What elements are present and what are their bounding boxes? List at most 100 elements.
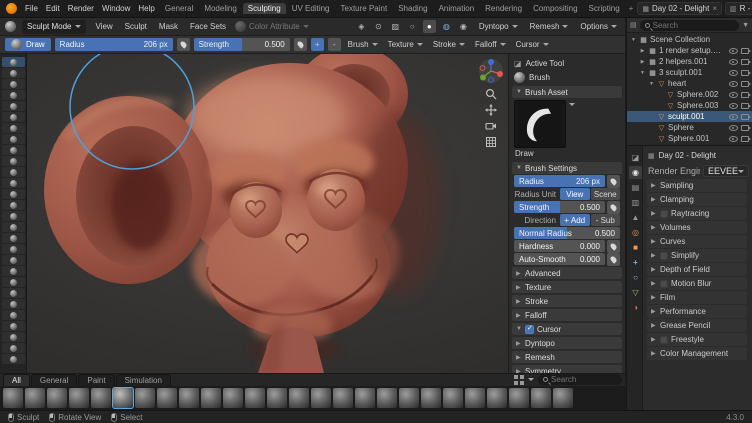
properties-section-sampling[interactable]: Sampling bbox=[647, 179, 747, 192]
editor-type-icon[interactable] bbox=[5, 21, 16, 32]
panel-section-falloff[interactable]: Falloff bbox=[512, 309, 622, 321]
tool-grab[interactable] bbox=[2, 222, 25, 232]
properties-section-grease-pencil[interactable]: Grease Pencil bbox=[647, 319, 747, 332]
brush-asset-panel-header[interactable]: Brush Asset bbox=[512, 86, 622, 98]
strength-slider[interactable]: Strength 0.500 bbox=[194, 38, 290, 51]
properties-section-film[interactable]: Film bbox=[647, 291, 747, 304]
properties-section-simplify[interactable]: Simplify bbox=[647, 249, 747, 262]
brush-asset-mask[interactable] bbox=[399, 388, 419, 408]
chevron-down-icon[interactable] bbox=[528, 378, 534, 381]
shading-rendered-icon[interactable]: ◉ bbox=[457, 20, 470, 33]
expand-icon[interactable]: ▼ bbox=[648, 81, 655, 87]
filter-icon[interactable]: ▼ bbox=[742, 22, 749, 29]
brush-settings-panel-header[interactable]: Brush Settings bbox=[512, 162, 622, 174]
tool-clay[interactable] bbox=[2, 79, 25, 89]
properties-tab-world[interactable]: ◎ bbox=[629, 226, 642, 239]
properties-section-performance[interactable]: Performance bbox=[647, 305, 747, 318]
active-brush-button[interactable]: Draw bbox=[5, 38, 51, 51]
panel-section-texture[interactable]: Texture bbox=[512, 281, 622, 293]
brush-asset-draw-sharp[interactable] bbox=[135, 388, 155, 408]
brush-asset-inflate[interactable] bbox=[355, 388, 375, 408]
render-engine-select[interactable]: EEVEE bbox=[703, 165, 749, 177]
expand-icon[interactable]: ▼ bbox=[639, 70, 646, 76]
tool-clay-strips[interactable] bbox=[2, 90, 25, 100]
outliner-search-input[interactable] bbox=[653, 21, 734, 30]
header-dropdown-dyntopo[interactable]: Dyntopo bbox=[476, 22, 521, 31]
viewport-menu-face-sets[interactable]: Face Sets bbox=[187, 22, 229, 31]
tool-annotate[interactable] bbox=[2, 354, 25, 364]
direction-subtract-button[interactable]: - bbox=[328, 38, 341, 51]
visibility-eye-icon[interactable] bbox=[729, 46, 738, 55]
outliner-editor-icon[interactable]: ▤ bbox=[630, 21, 637, 29]
properties-section-depth-of-field[interactable]: Depth of Field bbox=[647, 263, 747, 276]
topbar-menu-render[interactable]: Render bbox=[64, 4, 98, 13]
properties-section-color-management[interactable]: Color Management bbox=[647, 347, 747, 360]
expand-icon[interactable]: ▶ bbox=[639, 59, 646, 65]
properties-tab-object-data[interactable]: ▽ bbox=[629, 286, 642, 299]
radius-unit-option-view[interactable]: View bbox=[560, 188, 590, 200]
tool-cloth[interactable] bbox=[2, 321, 25, 331]
visibility-eye-icon[interactable] bbox=[729, 57, 738, 66]
render-visibility-camera-icon[interactable] bbox=[741, 81, 749, 87]
workspace-tab-shading[interactable]: Shading bbox=[393, 3, 432, 14]
viewport-menu-mask[interactable]: Mask bbox=[156, 22, 181, 31]
tool-blob[interactable] bbox=[2, 134, 25, 144]
orthographic-grid-icon[interactable] bbox=[485, 136, 497, 148]
tool-settings-dropdown-brush[interactable]: Brush bbox=[345, 40, 381, 49]
strength-pressure-icon[interactable] bbox=[607, 201, 620, 214]
panel-section-cursor[interactable]: Cursor bbox=[512, 323, 622, 335]
topbar-menu-help[interactable]: Help bbox=[134, 4, 158, 13]
tool-layer[interactable] bbox=[2, 112, 25, 122]
workspace-tab-compositing[interactable]: Compositing bbox=[528, 3, 582, 14]
panel-section-advanced[interactable]: Advanced bbox=[512, 267, 622, 279]
tool-draw-face-sets[interactable] bbox=[2, 343, 25, 353]
outliner-row-2-helpers-001[interactable]: ▶ 2 helpers.001 bbox=[627, 56, 752, 67]
section-checkbox[interactable] bbox=[660, 252, 668, 260]
render-visibility-camera-icon[interactable] bbox=[741, 125, 749, 131]
shading-wireframe-icon[interactable]: ○ bbox=[406, 20, 419, 33]
direction-add-button[interactable]: + bbox=[311, 38, 324, 51]
normal-radius-slider[interactable]: Normal Radius0.500 bbox=[514, 227, 620, 239]
section-checkbox[interactable] bbox=[660, 210, 668, 218]
properties-tab-modifiers[interactable]: + bbox=[629, 256, 642, 269]
asset-shelf-tab-all[interactable]: All bbox=[3, 374, 30, 386]
tool-fill[interactable] bbox=[2, 178, 25, 188]
visibility-eye-icon[interactable] bbox=[729, 112, 738, 121]
visibility-eye-icon[interactable] bbox=[729, 134, 738, 143]
properties-section-raytracing[interactable]: Raytracing bbox=[647, 207, 747, 220]
brush-asset-inflate-compress[interactable] bbox=[377, 388, 397, 408]
brush-asset-clay-strips[interactable] bbox=[91, 388, 111, 408]
properties-tab-material[interactable]: ◑ bbox=[629, 301, 642, 314]
render-visibility-camera-icon[interactable] bbox=[741, 70, 749, 76]
tool-slide-relax[interactable] bbox=[2, 299, 25, 309]
brush-asset-crease-polish[interactable] bbox=[157, 388, 177, 408]
strength-pressure-icon[interactable] bbox=[294, 38, 307, 51]
tool-crease[interactable] bbox=[2, 145, 25, 155]
tool-draw[interactable] bbox=[2, 57, 25, 67]
properties-tab-output[interactable]: ▤ bbox=[629, 181, 642, 194]
outliner-row-heart[interactable]: ▼ heart bbox=[627, 78, 752, 89]
brush-asset-flatten[interactable] bbox=[267, 388, 287, 408]
tool-mask[interactable] bbox=[2, 332, 25, 342]
outliner-row-sphere-002[interactable]: Sphere.002 bbox=[627, 89, 752, 100]
panel-section-dyntopo[interactable]: Dyntopo bbox=[512, 337, 622, 349]
radius-pressure-icon[interactable] bbox=[607, 175, 620, 188]
brush-asset-airbrush[interactable] bbox=[3, 388, 23, 408]
workspace-tab-animation[interactable]: Animation bbox=[434, 3, 480, 14]
brush-asset-crease-sharp[interactable] bbox=[179, 388, 199, 408]
render-visibility-camera-icon[interactable] bbox=[741, 92, 749, 98]
zoom-view-icon[interactable] bbox=[485, 88, 497, 100]
navigation-gizmo-icon[interactable] bbox=[478, 58, 504, 84]
workspace-tab-general[interactable]: General bbox=[160, 3, 198, 14]
properties-section-motion-blur[interactable]: Motion Blur bbox=[647, 277, 747, 290]
tool-thumb[interactable] bbox=[2, 255, 25, 265]
brush-asset-elastic-grab[interactable] bbox=[201, 388, 221, 408]
gizmos-toggle-icon[interactable]: ◈ bbox=[355, 20, 368, 33]
workspace-tab-modeling[interactable]: Modeling bbox=[199, 3, 241, 14]
move-view-icon[interactable] bbox=[485, 104, 497, 116]
hardness-slider[interactable]: Hardness0.000 bbox=[514, 240, 605, 252]
properties-section-volumes[interactable]: Volumes bbox=[647, 221, 747, 234]
brush-asset-fill[interactable] bbox=[245, 388, 265, 408]
shading-solid-icon[interactable]: ● bbox=[423, 20, 436, 33]
tool-nudge[interactable] bbox=[2, 277, 25, 287]
